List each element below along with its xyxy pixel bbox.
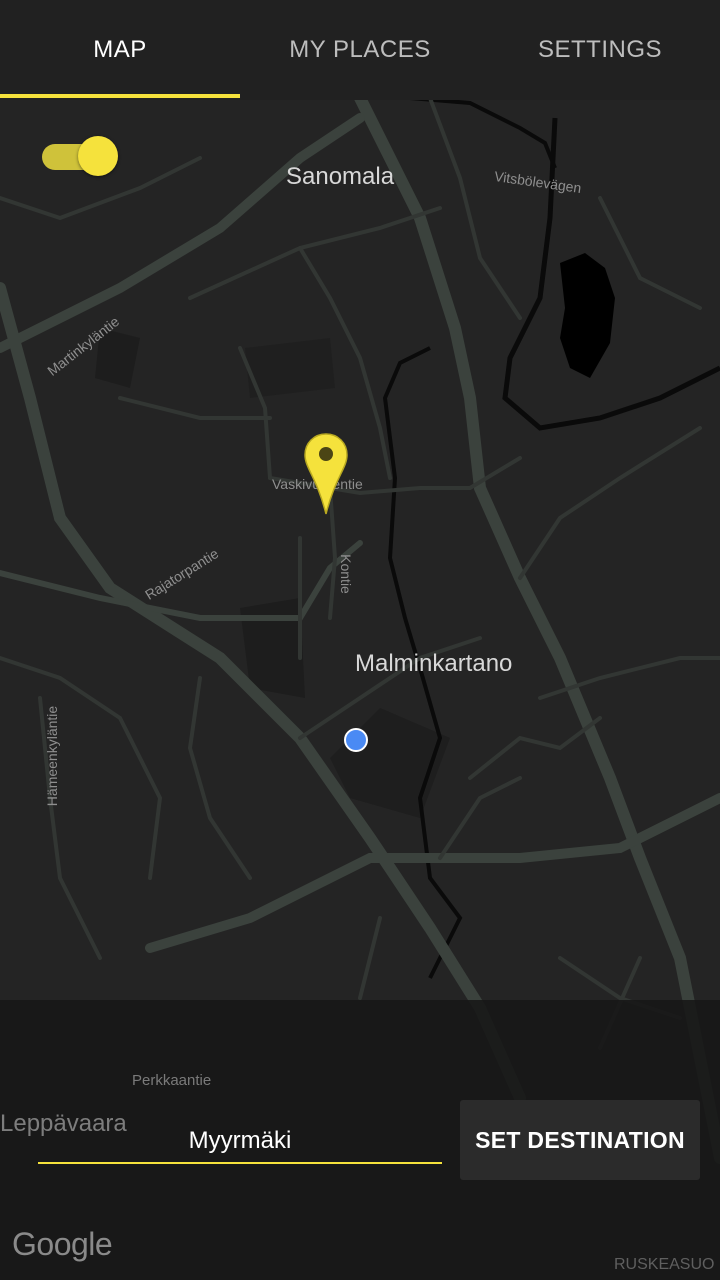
place-label-leppavaara: Leppävaara (0, 1110, 127, 1137)
tab-map[interactable]: MAP (0, 0, 240, 100)
road-label-hameenkylantie: Hämeenkyläntie (44, 705, 61, 807)
current-location-dot (344, 728, 368, 752)
toggle-thumb (78, 136, 118, 176)
road-label-kontie: Kontie (337, 554, 354, 594)
tab-settings[interactable]: SETTINGS (480, 0, 720, 100)
set-destination-button[interactable]: SET DESTINATION (460, 1100, 700, 1180)
tab-my-places[interactable]: MY PLACES (240, 0, 480, 100)
place-label-malminkartano: Malminkartano (355, 650, 513, 677)
tab-bar: MAP MY PLACES SETTINGS (0, 0, 720, 100)
destination-pin-icon[interactable] (303, 432, 349, 516)
google-logo: Google (12, 1226, 113, 1262)
road-label-perkkaantie: Perkkaantie (132, 1072, 212, 1089)
place-label-ruskeasuo: RUSKEASUO (614, 1256, 715, 1273)
map-toggle-switch[interactable] (40, 136, 120, 176)
place-label-sanomala: Sanomala (286, 163, 395, 190)
